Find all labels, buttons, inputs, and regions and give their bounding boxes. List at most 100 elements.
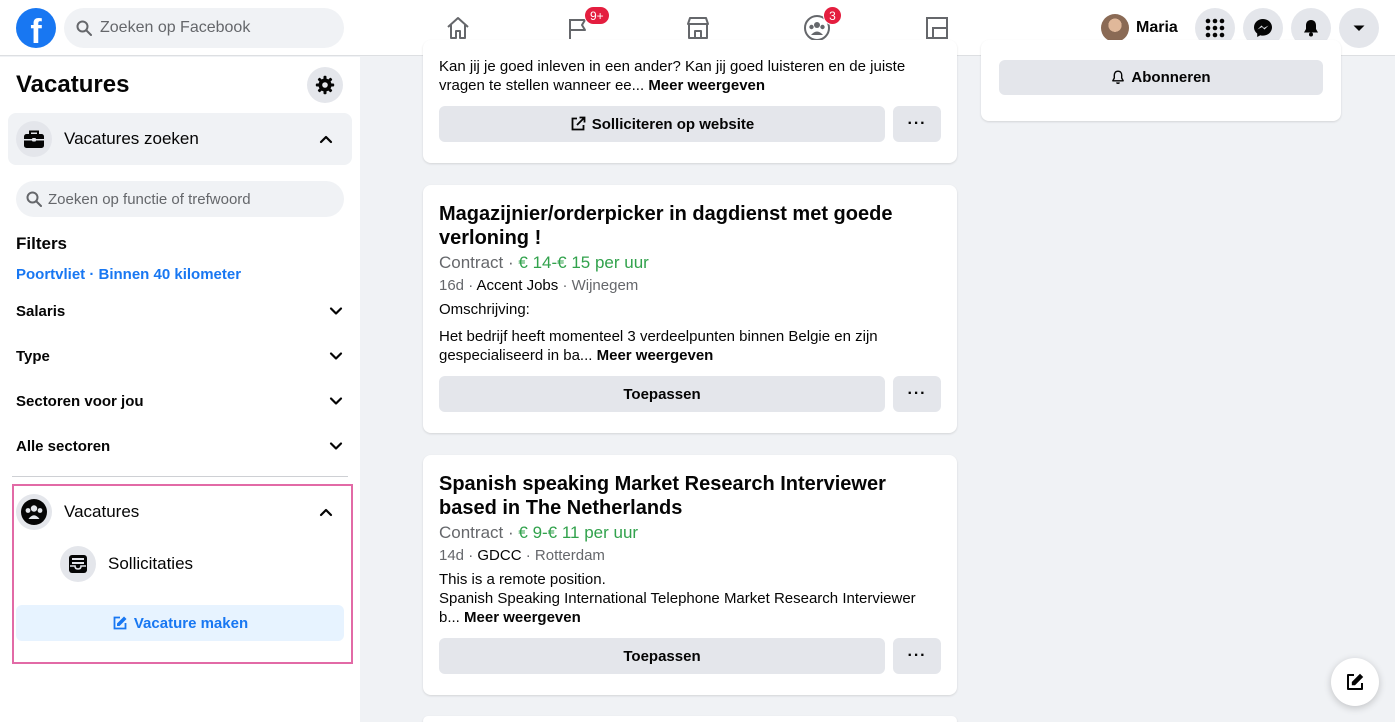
jobs-sidebar: Vacatures Vacatures zoeken Filters Poort…: [0, 57, 360, 722]
messenger-icon: [1254, 19, 1272, 37]
job-search-box[interactable]: [16, 181, 344, 217]
job-title[interactable]: Spanish speaking Market Research Intervi…: [439, 472, 939, 520]
grid-menu-icon: [1205, 18, 1225, 38]
chevron-up-icon[interactable]: [318, 504, 334, 520]
sidebar-item-label: Vacatures zoeken: [64, 129, 199, 148]
edit-icon: [113, 616, 127, 630]
create-job-label: Vacature maken: [133, 614, 249, 632]
job-card-partial: [423, 716, 957, 722]
job-meta: 16d · Accent Jobs · Wijnegem: [439, 277, 638, 294]
job-location: Rotterdam: [534, 547, 605, 564]
people-icon-circle: [16, 494, 52, 530]
more-options-button[interactable]: ···: [893, 106, 941, 142]
caret-down-icon: [1353, 25, 1365, 31]
filters-heading: Filters: [16, 234, 68, 253]
job-description: Spanish Speaking International Telephone…: [439, 589, 939, 627]
new-message-button[interactable]: [1331, 658, 1379, 706]
briefcase-icon-circle: [16, 121, 52, 157]
job-age: 14d: [439, 547, 465, 564]
subscribe-card: Abonneren: [981, 40, 1341, 121]
job-salary: € 9-€ 11 per uur: [518, 523, 639, 542]
see-more-link[interactable]: Meer weergeven: [648, 77, 765, 94]
inbox-icon: [69, 555, 87, 573]
profile-name: Maria: [1136, 19, 1178, 36]
job-type-salary: Contract · € 14-€ 15 per uur: [439, 253, 649, 273]
avatar: [1101, 14, 1129, 42]
inbox-icon-circle: [60, 546, 96, 582]
meta-separator: ·: [525, 547, 531, 564]
compose-icon: [1347, 673, 1364, 690]
home-icon: [447, 17, 469, 39]
apply-on-website-button[interactable]: Solliciteren op website: [439, 106, 885, 142]
job-type: Contract: [439, 523, 504, 542]
sidebar-item-applications[interactable]: Sollicitaties: [60, 546, 193, 582]
job-description: Kan jij je goed inleven in een ander? Ka…: [439, 57, 939, 95]
sidebar-item-search-jobs[interactable]: Vacatures zoeken: [8, 113, 352, 165]
see-more-link[interactable]: Meer weergeven: [464, 609, 581, 626]
location-filter-link[interactable]: Poortvliet · Binnen 40 kilometer: [16, 266, 241, 283]
sidebar-title: Vacatures: [16, 71, 130, 98]
apply-button[interactable]: Toepassen: [439, 638, 885, 674]
apply-button[interactable]: Toepassen: [439, 376, 885, 412]
create-job-button[interactable]: Vacature maken: [16, 605, 344, 641]
more-options-button[interactable]: ···: [893, 638, 941, 674]
job-card[interactable]: Magazijnier/orderpicker in dagdienst met…: [423, 185, 957, 433]
meta-separator: ·: [562, 277, 568, 294]
filter-salary[interactable]: Salaris: [16, 296, 344, 326]
filter-all-sectors[interactable]: Alle sectoren: [16, 431, 344, 461]
job-title[interactable]: Magazijnier/orderpicker in dagdienst met…: [439, 202, 939, 250]
bell-icon: [1112, 70, 1125, 85]
job-description: Het bedrijf heeft momenteel 3 verdeelpun…: [439, 327, 939, 365]
chevron-down-icon: [329, 442, 343, 450]
filter-label: Sectoren voor jou: [16, 392, 144, 410]
meta-separator: ·: [468, 547, 474, 564]
job-description-heading: This is a remote position.: [439, 571, 606, 588]
meta-separator: ·: [468, 277, 474, 294]
chevron-up-icon[interactable]: [318, 131, 334, 147]
external-link-icon: [571, 116, 586, 131]
sidebar-item-my-jobs[interactable]: Vacatures: [16, 494, 344, 530]
chevron-down-icon: [329, 307, 343, 315]
subscribe-label: Abonneren: [1131, 69, 1211, 86]
facebook-search-box[interactable]: [64, 8, 344, 48]
filter-label: Salaris: [16, 302, 66, 320]
job-meta: 14d · GDCC · Rotterdam: [439, 547, 605, 564]
job-search-input[interactable]: [48, 190, 328, 208]
sidebar-item-label: Vacatures: [64, 502, 140, 521]
filter-label: Alle sectoren: [16, 437, 111, 455]
meta-separator: ·: [507, 253, 514, 272]
facebook-search-input[interactable]: [100, 19, 320, 37]
meta-separator: ·: [507, 523, 514, 542]
people-icon: [21, 499, 47, 525]
search-icon: [76, 20, 92, 36]
gaming-icon: [926, 17, 948, 39]
filter-type[interactable]: Type: [16, 341, 344, 371]
facebook-logo-letter: f: [30, 13, 42, 48]
groups-notification-badge: 3: [823, 6, 842, 25]
job-type: Contract: [439, 253, 504, 272]
job-card[interactable]: Spanish speaking Market Research Intervi…: [423, 455, 957, 695]
account-button[interactable]: [1339, 8, 1379, 48]
filter-label: Type: [16, 347, 50, 365]
job-description-heading: Omschrijving:: [439, 301, 530, 318]
pages-notification-badge: 9+: [584, 6, 610, 25]
job-salary: € 14-€ 15 per uur: [518, 253, 649, 272]
subscribe-button[interactable]: Abonneren: [999, 60, 1323, 95]
chevron-down-icon: [329, 352, 343, 360]
job-location: Wijnegem: [571, 277, 639, 294]
sidebar-divider: [12, 476, 348, 477]
more-options-button[interactable]: ···: [893, 376, 941, 412]
bell-icon: [1304, 20, 1318, 37]
job-company[interactable]: Accent Jobs: [477, 277, 559, 294]
job-card-partial: Kan jij je goed inleven in een ander? Ka…: [423, 40, 957, 163]
sidebar-item-label: Sollicitaties: [108, 554, 194, 573]
filter-sectors-for-you[interactable]: Sectoren voor jou: [16, 386, 344, 416]
gear-icon: [315, 75, 335, 95]
facebook-logo[interactable]: f: [16, 8, 56, 48]
chevron-down-icon: [329, 397, 343, 405]
job-company[interactable]: GDCC: [477, 547, 521, 564]
see-more-link[interactable]: Meer weergeven: [597, 347, 714, 364]
apply-label: Solliciteren op website: [591, 115, 755, 133]
briefcase-icon: [24, 130, 44, 148]
settings-button[interactable]: [307, 67, 343, 103]
